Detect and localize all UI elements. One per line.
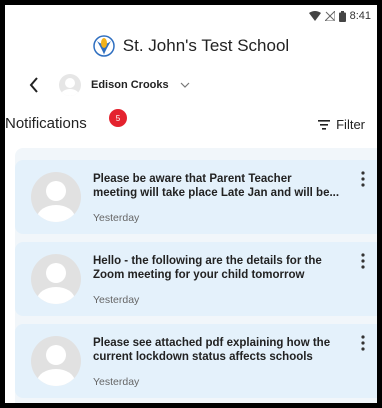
notifications-header: Notifications 5 Filter: [5, 109, 377, 137]
notification-message: Hello - the following are the details fo…: [93, 255, 322, 281]
back-arrow-icon: [29, 77, 38, 93]
page-title: Notifications: [5, 115, 87, 132]
school-logo-icon: [93, 35, 115, 57]
filter-label: Filter: [336, 117, 365, 132]
more-options-icon[interactable]: [359, 170, 367, 188]
app-screen: 8:41 St. John's Test School Edison Crook…: [5, 5, 377, 403]
user-avatar: [59, 74, 81, 96]
notification-time: Yesterday: [93, 376, 140, 388]
notification-list: Please be aware that Parent Teacher meet…: [15, 148, 377, 403]
more-options-icon[interactable]: [359, 252, 367, 270]
chevron-down-icon[interactable]: [179, 79, 191, 91]
filter-button[interactable]: Filter: [318, 117, 365, 132]
notification-count-badge: 5: [109, 109, 127, 127]
battery-icon: [338, 10, 346, 22]
user-bar: Edison Crooks: [29, 71, 191, 99]
status-time: 8:41: [349, 10, 371, 22]
back-button[interactable]: [29, 75, 43, 95]
wifi-icon: [308, 11, 321, 21]
notification-message: Please be aware that Parent Teacher meet…: [93, 173, 340, 199]
more-options-icon[interactable]: [359, 334, 367, 352]
notification-item[interactable]: Please be aware that Parent Teacher meet…: [15, 160, 377, 234]
sender-avatar: [31, 172, 81, 222]
notification-item[interactable]: Hello - the following are the details fo…: [15, 242, 377, 316]
notification-time: Yesterday: [93, 212, 140, 224]
notification-item[interactable]: Please see attached pdf explaining how t…: [15, 324, 377, 398]
sender-avatar: [31, 336, 81, 386]
sender-avatar: [31, 254, 81, 304]
notification-time: Yesterday: [93, 294, 140, 306]
user-name[interactable]: Edison Crooks: [91, 79, 169, 91]
notification-message: Please see attached pdf explaining how t…: [93, 337, 331, 363]
school-header: St. John's Test School: [5, 35, 377, 57]
status-bar: 8:41: [308, 8, 371, 24]
school-name: St. John's Test School: [122, 36, 290, 55]
no-signal-icon: [324, 11, 335, 21]
filter-icon: [318, 119, 331, 130]
